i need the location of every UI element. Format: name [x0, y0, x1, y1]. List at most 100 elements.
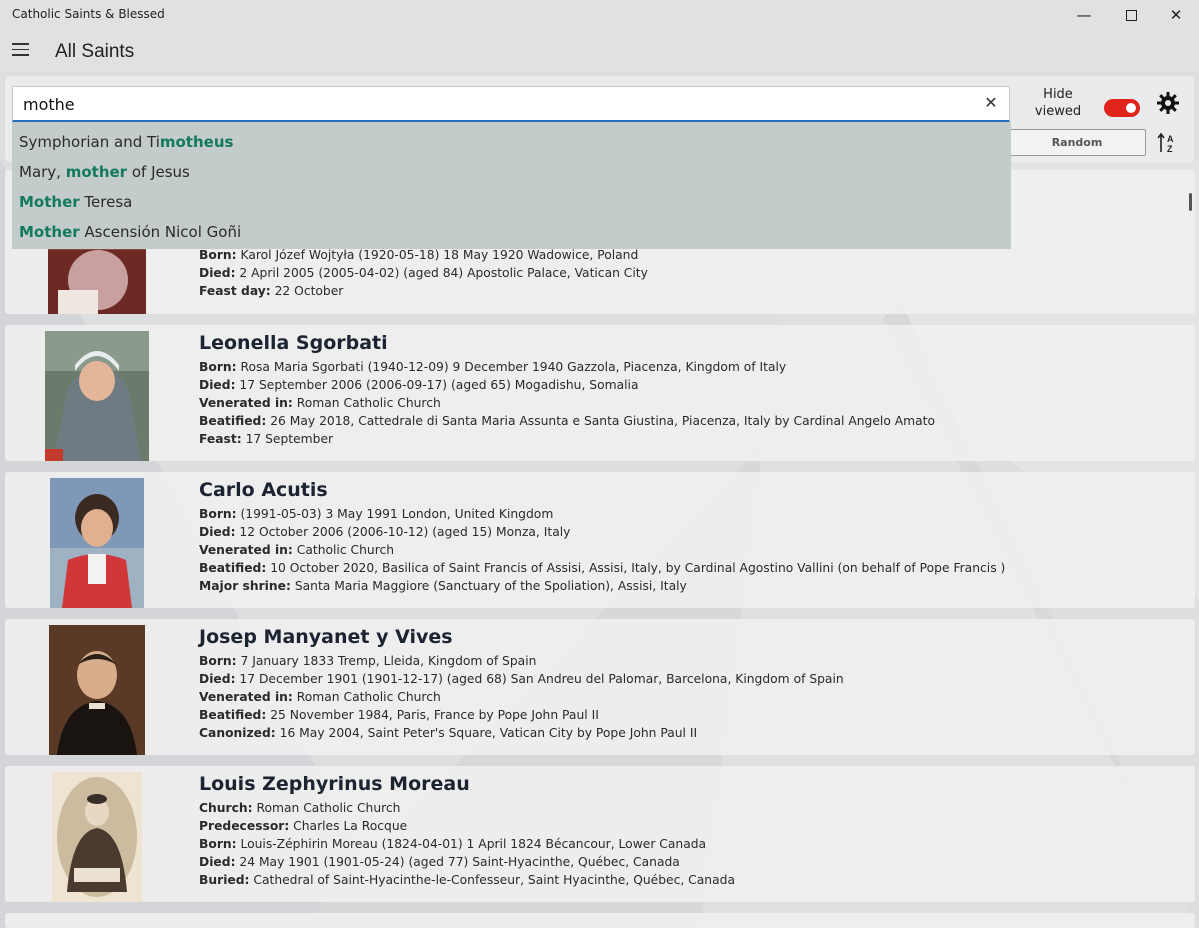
- saint-name: Leonella Sgorbati: [199, 332, 388, 354]
- suggestion-item[interactable]: Mother Teresa: [12, 188, 1011, 218]
- detail-line: Venerated in: Catholic Church: [199, 541, 1005, 559]
- saint-photo: [49, 625, 145, 755]
- saint-card[interactable]: Leonella Sgorbati Born: Rosa Maria Sgorb…: [5, 325, 1195, 461]
- detail-value: Roman Catholic Church: [252, 801, 401, 815]
- gear-icon[interactable]: [1156, 91, 1180, 115]
- detail-line: Died: 17 September 2006 (2006-09-17) (ag…: [199, 376, 935, 394]
- detail-value: 2 April 2005 (2005-04-02) (aged 84) Apos…: [235, 266, 648, 280]
- suggestion-text: of Jesus: [127, 163, 190, 181]
- svg-text:A: A: [1167, 134, 1174, 144]
- hide-viewed-label: Hide viewed: [1034, 87, 1082, 119]
- detail-label: Born:: [199, 654, 237, 668]
- detail-value: 17 December 1901 (1901-12-17) (aged 68) …: [235, 672, 844, 686]
- search-box[interactable]: ✕: [12, 86, 1010, 122]
- detail-line: Predecessor: Charles La Rocque: [199, 817, 735, 835]
- saint-details: Church: Roman Catholic Church Predecessor…: [199, 799, 735, 889]
- detail-line: Buried: Cathedral of Saint-Hyacinthe-le-…: [199, 871, 735, 889]
- detail-value: 25 November 1984, Paris, France by Pope …: [266, 708, 599, 722]
- detail-line: Major shrine: Santa Maria Maggiore (Sanc…: [199, 577, 1005, 595]
- detail-label: Feast:: [199, 432, 242, 446]
- detail-line: Died: 12 October 2006 (2006-10-12) (aged…: [199, 523, 1005, 541]
- detail-line: Born: 7 January 1833 Tremp, Lleida, King…: [199, 652, 844, 670]
- detail-label: Born:: [199, 360, 237, 374]
- detail-line: Died: 17 December 1901 (1901-12-17) (age…: [199, 670, 844, 688]
- detail-value: 12 October 2006 (2006-10-12) (aged 15) M…: [235, 525, 571, 539]
- detail-line: Church: Roman Catholic Church: [199, 799, 735, 817]
- detail-label: Canonized:: [199, 726, 276, 740]
- detail-label: Born:: [199, 507, 237, 521]
- detail-label: Venerated in:: [199, 690, 293, 704]
- detail-value: Catholic Church: [292, 543, 395, 557]
- app-header: All Saints: [0, 30, 1199, 72]
- detail-label: Died:: [199, 378, 236, 392]
- detail-value: 7 January 1833 Tremp, Lleida, Kingdom of…: [236, 654, 537, 668]
- saint-photo: [52, 772, 142, 902]
- saint-photo: [45, 331, 149, 461]
- suggestion-match: Mother: [19, 193, 80, 211]
- suggestion-item[interactable]: Mother Ascensión Nicol Goñi: [12, 218, 1011, 248]
- detail-value: 17 September 2006 (2006-09-17) (aged 65)…: [235, 378, 639, 392]
- suggestion-text: Teresa: [79, 193, 133, 211]
- detail-line: Beatified: 26 May 2018, Cattedrale di Sa…: [199, 412, 935, 430]
- detail-label: Born:: [199, 837, 237, 851]
- suggestion-text: Mary,: [19, 163, 66, 181]
- detail-line: Venerated in: Roman Catholic Church: [199, 394, 935, 412]
- detail-label: Beatified:: [199, 708, 267, 722]
- detail-label: Predecessor:: [199, 819, 290, 833]
- search-input[interactable]: [23, 87, 973, 121]
- detail-value: Charles La Rocque: [289, 819, 408, 833]
- detail-value: Santa Maria Maggiore (Sanctuary of the S…: [290, 579, 687, 593]
- saint-details: Born: Rosa Maria Sgorbati (1940-12-09) 9…: [199, 358, 935, 448]
- hide-viewed-toggle[interactable]: [1104, 99, 1140, 117]
- saint-card[interactable]: Josep Manyanet y Vives Born: 7 January 1…: [5, 619, 1195, 755]
- saint-name: Louis Zephyrinus Moreau: [199, 773, 470, 795]
- suggestion-text: Ascensión Nicol Goñi: [79, 223, 242, 241]
- suggestion-item[interactable]: Symphorian and Timotheus: [12, 128, 1011, 158]
- detail-line: Born: Louis-Zéphirin Moreau (1824-04-01)…: [199, 835, 735, 853]
- saint-name: Josep Manyanet y Vives: [199, 626, 453, 648]
- detail-value: 10 October 2020, Basilica of Saint Franc…: [266, 561, 1006, 575]
- detail-value: (1991-05-03) 3 May 1991 London, United K…: [236, 507, 554, 521]
- saint-details: Born: (1991-05-03) 3 May 1991 London, Un…: [199, 505, 1005, 595]
- search-suggestions: Symphorian and Timotheus Mary, mother of …: [12, 122, 1011, 249]
- saint-details: Born: Karol Józef Wojtyła (1920-05-18) 1…: [199, 246, 648, 300]
- detail-label: Died:: [199, 266, 236, 280]
- suggestion-text: Symphorian and Ti: [19, 133, 160, 151]
- clear-search-icon[interactable]: ✕: [983, 95, 999, 111]
- detail-label: Died:: [199, 672, 236, 686]
- detail-line: Canonized: 16 May 2004, Saint Peter's Sq…: [199, 724, 844, 742]
- detail-value: Rosa Maria Sgorbati (1940-12-09) 9 Decem…: [236, 360, 787, 374]
- detail-label: Born:: [199, 248, 237, 262]
- detail-value: 16 May 2004, Saint Peter's Square, Vatic…: [275, 726, 698, 740]
- minimize-icon: —: [1076, 6, 1092, 24]
- detail-value: 24 May 1901 (1901-05-24) (aged 77) Saint…: [235, 855, 680, 869]
- suggestion-item[interactable]: Mary, mother of Jesus: [12, 158, 1011, 188]
- saint-card[interactable]: Louis Zephyrinus Moreau Church: Roman Ca…: [5, 766, 1195, 902]
- detail-label: Venerated in:: [199, 543, 293, 557]
- saint-details: Born: 7 January 1833 Tremp, Lleida, King…: [199, 652, 844, 742]
- toggle-knob: [1126, 103, 1136, 113]
- suggestion-match: motheus: [159, 133, 234, 151]
- app-title: Catholic Saints & Blessed: [12, 7, 165, 21]
- detail-label: Buried:: [199, 873, 250, 887]
- detail-line: Beatified: 25 November 1984, Paris, Fran…: [199, 706, 844, 724]
- hamburger-menu-icon[interactable]: [12, 43, 29, 56]
- detail-value: Louis-Zéphirin Moreau (1824-04-01) 1 Apr…: [236, 837, 707, 851]
- detail-value: Roman Catholic Church: [292, 396, 441, 410]
- random-button[interactable]: Random: [1008, 129, 1146, 156]
- close-button[interactable]: ✕: [1153, 0, 1199, 30]
- saint-card[interactable]: [5, 913, 1195, 928]
- detail-line: Born: Rosa Maria Sgorbati (1940-12-09) 9…: [199, 358, 935, 376]
- suggestion-match: Mother: [19, 223, 80, 241]
- saint-card[interactable]: Carlo Acutis Born: (1991-05-03) 3 May 19…: [5, 472, 1195, 608]
- maximize-icon: [1125, 9, 1137, 21]
- close-icon: ✕: [1169, 6, 1183, 24]
- maximize-button[interactable]: [1108, 0, 1154, 30]
- detail-label: Beatified:: [199, 561, 267, 575]
- detail-value: Cathedral of Saint-Hyacinthe-le-Confesse…: [249, 873, 735, 887]
- minimize-button[interactable]: —: [1061, 0, 1107, 30]
- detail-label: Died:: [199, 525, 236, 539]
- sort-az-icon[interactable]: A Z: [1156, 131, 1180, 155]
- scrollbar-thumb[interactable]: [1189, 193, 1192, 211]
- detail-label: Church:: [199, 801, 253, 815]
